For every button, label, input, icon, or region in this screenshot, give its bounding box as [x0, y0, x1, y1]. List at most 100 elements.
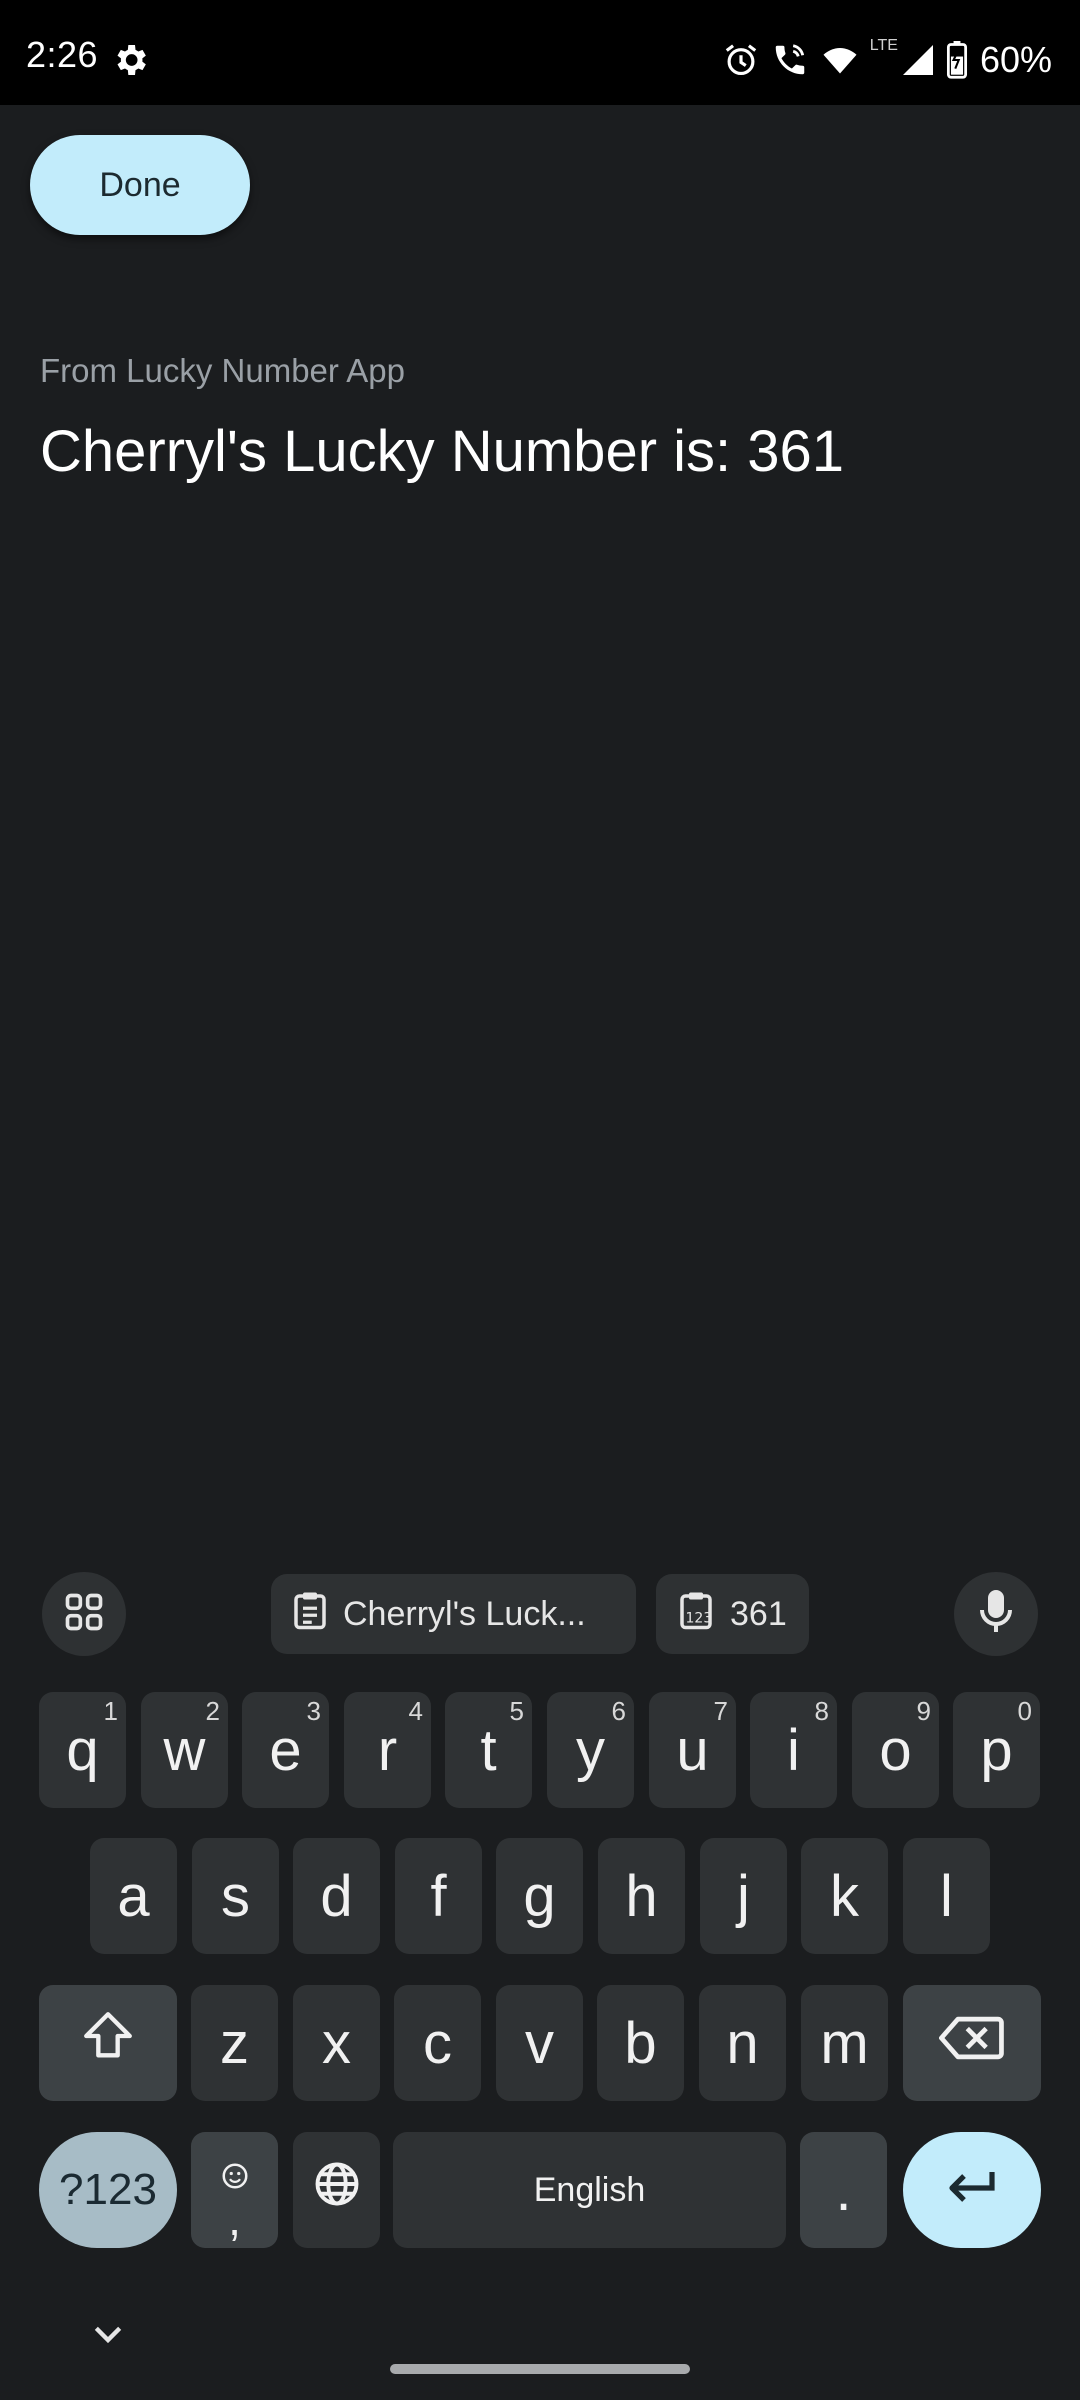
share-text[interactable]: Cherryl's Lucky Number is: 361	[40, 418, 844, 485]
done-button[interactable]: Done	[30, 135, 250, 235]
enter-key[interactable]	[903, 2132, 1041, 2248]
key-a[interactable]: a	[90, 1838, 177, 1954]
key-label: o	[879, 1717, 912, 1783]
key-q[interactable]: q1	[39, 1692, 126, 1808]
key-number-hint: 3	[306, 1696, 321, 1726]
key-number-hint: 9	[916, 1696, 931, 1726]
key-f[interactable]: f	[395, 1838, 482, 1954]
key-label: s	[221, 1863, 250, 1929]
key-label: u	[676, 1717, 709, 1783]
wifi-icon	[820, 42, 860, 78]
key-label: j	[737, 1863, 750, 1929]
key-h[interactable]: h	[598, 1838, 685, 1954]
lte-label: LTE	[869, 37, 898, 54]
status-bar: 2:26 LTE 60%	[0, 0, 1080, 105]
key-b[interactable]: b	[597, 1985, 684, 2101]
alarm-icon	[722, 41, 760, 79]
wifi-call-icon	[770, 41, 810, 79]
key-number-hint: 5	[509, 1696, 524, 1726]
key-w[interactable]: w2	[141, 1692, 228, 1808]
period-label: .	[835, 2157, 852, 2223]
key-k[interactable]: k	[801, 1838, 888, 1954]
battery-percent: 60%	[979, 39, 1052, 80]
done-label: Done	[99, 165, 181, 204]
clipboard-icon	[291, 1589, 329, 1640]
key-v[interactable]: v	[496, 1985, 583, 2101]
suggestion-number: 361	[730, 1594, 787, 1633]
voice-input-button[interactable]	[954, 1572, 1038, 1656]
key-z[interactable]: z	[191, 1985, 278, 2101]
key-label: e	[269, 1717, 302, 1783]
signal-icon	[900, 42, 936, 78]
key-label: a	[117, 1863, 150, 1929]
key-n[interactable]: n	[699, 1985, 786, 2101]
shift-key[interactable]	[39, 1985, 177, 2101]
status-time: 2:26	[26, 34, 99, 75]
key-label: d	[320, 1863, 353, 1929]
key-label: z	[220, 2010, 249, 2076]
key-i[interactable]: i8	[750, 1692, 837, 1808]
key-t[interactable]: t5	[445, 1692, 532, 1808]
key-r[interactable]: r4	[344, 1692, 431, 1808]
key-p[interactable]: p0	[953, 1692, 1040, 1808]
key-label: r	[377, 1717, 398, 1783]
key-label: q	[66, 1717, 99, 1783]
battery-icon	[946, 41, 968, 79]
space-key[interactable]: English	[393, 2132, 786, 2248]
keyboard: Cherryl's Luck... 123 361 ?123 , English…	[0, 1540, 1080, 2400]
key-label: w	[163, 1717, 206, 1783]
key-label: f	[430, 1863, 447, 1929]
key-o[interactable]: o9	[852, 1692, 939, 1808]
key-number-hint: 6	[611, 1696, 626, 1726]
key-label: m	[820, 2010, 869, 2076]
key-l[interactable]: l	[903, 1838, 990, 1954]
period-key[interactable]: .	[800, 2132, 887, 2248]
key-label: n	[726, 2010, 759, 2076]
mic-icon	[976, 1588, 1016, 1641]
key-x[interactable]: x	[293, 1985, 380, 2101]
symbols-label: ?123	[59, 2165, 157, 2214]
key-e[interactable]: e3	[242, 1692, 329, 1808]
key-number-hint: 7	[713, 1696, 728, 1726]
key-j[interactable]: j	[700, 1838, 787, 1954]
language-key[interactable]	[293, 2132, 380, 2248]
clipboard-number-chip[interactable]: 123 361	[656, 1574, 809, 1654]
gesture-nav-handle[interactable]	[390, 2364, 690, 2374]
settings-gear-icon	[110, 40, 150, 80]
key-label: x	[322, 2010, 351, 2076]
key-number-hint: 8	[814, 1696, 829, 1726]
shift-icon	[79, 2007, 137, 2079]
key-label: l	[940, 1863, 953, 1929]
key-number-hint: 4	[408, 1696, 423, 1726]
globe-icon	[311, 2157, 363, 2224]
key-label: p	[980, 1717, 1013, 1783]
key-d[interactable]: d	[293, 1838, 380, 1954]
key-label: v	[525, 2010, 554, 2076]
symbols-key[interactable]: ?123	[39, 2132, 177, 2248]
enter-icon	[944, 2157, 1000, 2224]
comma-label: ,	[228, 2192, 241, 2245]
key-y[interactable]: y6	[547, 1692, 634, 1808]
clipboard-numbers-icon: 123	[676, 1589, 716, 1640]
key-g[interactable]: g	[496, 1838, 583, 1954]
backspace-icon	[939, 2010, 1005, 2077]
key-label: g	[523, 1863, 556, 1929]
emoji-comma-key[interactable]: ,	[191, 2132, 278, 2248]
backspace-key[interactable]	[903, 1985, 1041, 2101]
source-label: From Lucky Number App	[40, 352, 405, 389]
apps-grid-button[interactable]	[42, 1572, 126, 1656]
key-label: i	[787, 1717, 800, 1783]
chevron-down-icon[interactable]	[88, 2320, 128, 2355]
key-c[interactable]: c	[394, 1985, 481, 2101]
key-u[interactable]: u7	[649, 1692, 736, 1808]
apps-grid-icon	[62, 1590, 106, 1639]
status-icons: LTE 60%	[722, 37, 1052, 82]
key-m[interactable]: m	[801, 1985, 888, 2101]
key-label: t	[480, 1717, 497, 1783]
key-number-hint: 1	[103, 1696, 118, 1726]
key-label: c	[423, 2010, 452, 2076]
clipboard-suggestion-chip[interactable]: Cherryl's Luck...	[271, 1574, 636, 1654]
key-s[interactable]: s	[192, 1838, 279, 1954]
emoji-icon	[220, 2143, 250, 2201]
key-label: h	[625, 1863, 658, 1929]
